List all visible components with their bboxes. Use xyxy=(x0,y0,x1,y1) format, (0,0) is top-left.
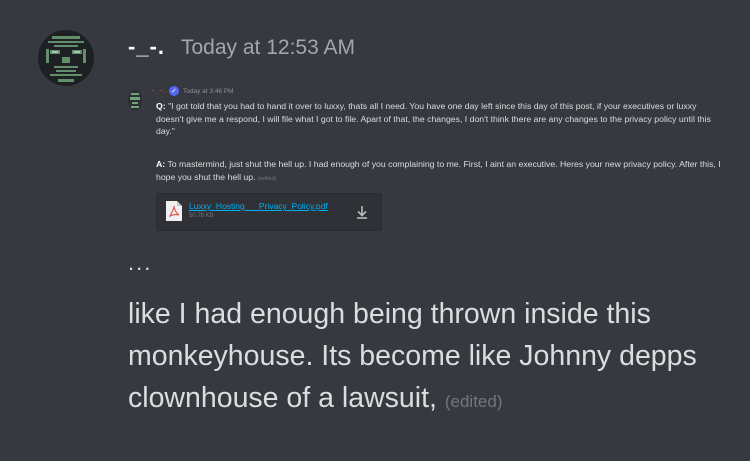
download-icon[interactable] xyxy=(353,203,371,221)
embedded-header: ~_~. ✓ Today at 3:46 PM xyxy=(151,86,234,96)
question-text: "I got told that you had to hand it over… xyxy=(156,101,711,137)
edited-label: (edited) xyxy=(444,392,503,411)
message-header: -_-. Today at 12:53 AM xyxy=(128,34,355,66)
question-label: Q: xyxy=(156,101,166,111)
ellipsis-text: ... xyxy=(128,250,153,275)
embedded-avatar xyxy=(128,89,142,111)
user-avatar[interactable] xyxy=(38,30,94,86)
answer-label: A: xyxy=(156,159,166,169)
message-content: like I had enough being thrown inside th… xyxy=(128,293,728,423)
username[interactable]: -_-. xyxy=(128,34,165,60)
embedded-timestamp: Today at 3:46 PM xyxy=(183,87,234,95)
embedded-question: Q: "I got told that you had to hand it o… xyxy=(156,100,726,138)
attachment-filename[interactable]: Luxxy_Hosting___Privacy_Policy.pdf xyxy=(189,201,328,211)
pdf-file-icon xyxy=(165,200,183,222)
embedded-answer: A: To mastermind, just shut the hell up.… xyxy=(156,158,726,185)
message-body: like I had enough being thrown inside th… xyxy=(128,298,697,414)
embedded-edited-label: (edited) xyxy=(257,175,277,182)
embedded-username: ~_~. xyxy=(151,87,167,95)
file-attachment[interactable]: Luxxy_Hosting___Privacy_Policy.pdf 50.78… xyxy=(156,193,382,231)
verified-badge-icon: ✓ xyxy=(169,86,180,96)
message-timestamp: Today at 12:53 AM xyxy=(181,36,355,59)
attachment-filesize: 50.78 KB xyxy=(189,213,214,219)
answer-text: To mastermind, just shut the hell up. I … xyxy=(156,159,721,182)
